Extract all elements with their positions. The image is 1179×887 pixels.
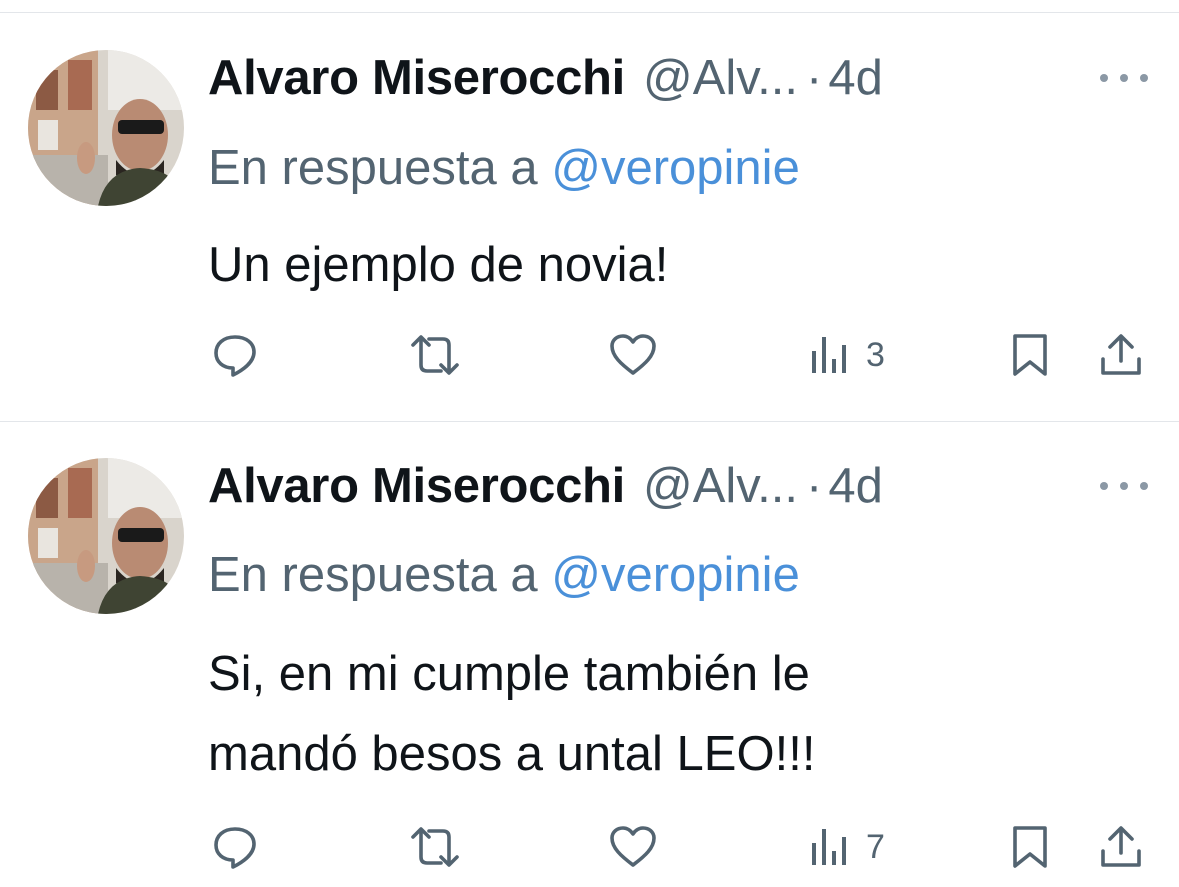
avatar[interactable] xyxy=(28,50,184,206)
author-name[interactable]: Alvaro Miserocchi xyxy=(208,50,625,106)
separator-dot: · xyxy=(806,459,823,513)
repost-button[interactable] xyxy=(407,817,477,877)
bookmark-icon xyxy=(1013,826,1047,868)
reply-button[interactable] xyxy=(211,325,273,385)
more-icon[interactable] xyxy=(1100,68,1148,88)
reply-mention[interactable]: @veropinie xyxy=(551,141,800,195)
reply-icon xyxy=(214,827,256,869)
bookmark-button[interactable] xyxy=(1008,325,1052,385)
reply-icon xyxy=(214,335,256,377)
tweet-text: Si, en mi cumple también le mandó besos … xyxy=(208,647,816,781)
share-button[interactable] xyxy=(1098,817,1144,877)
views-button[interactable]: 7 xyxy=(808,817,885,877)
author-handle[interactable]: @Alv... xyxy=(643,458,798,514)
repost-button[interactable] xyxy=(407,325,477,385)
like-button[interactable] xyxy=(607,817,673,877)
tweet-actions: 7 xyxy=(0,817,1179,877)
author-name[interactable]: Alvaro Miserocchi xyxy=(208,458,625,514)
views-icon xyxy=(812,337,846,373)
bookmark-icon xyxy=(1013,334,1047,376)
separator-dot: · xyxy=(806,51,823,105)
views-button[interactable]: 3 xyxy=(808,325,885,385)
tweet[interactable]: Alvaro Miserocchi @Alv... · 4d En respue… xyxy=(0,13,1179,421)
reply-prefix: En respuesta a xyxy=(208,548,538,602)
heart-icon xyxy=(610,826,656,867)
repost-icon xyxy=(411,827,459,867)
timestamp[interactable]: 4d xyxy=(828,458,883,514)
views-count: 3 xyxy=(866,335,885,374)
timestamp[interactable]: 4d xyxy=(828,50,883,106)
more-icon[interactable] xyxy=(1100,476,1148,496)
reply-context: En respuesta a @veropinie xyxy=(208,547,800,603)
heart-icon xyxy=(610,334,656,375)
avatar[interactable] xyxy=(28,458,184,614)
reply-context: En respuesta a @veropinie xyxy=(208,140,800,196)
views-count: 7 xyxy=(866,827,885,866)
tweet-header: Alvaro Miserocchi @Alv... · 4d xyxy=(208,43,883,113)
reply-prefix: En respuesta a xyxy=(208,141,538,195)
tweet-header: Alvaro Miserocchi @Alv... · 4d xyxy=(208,451,883,521)
share-icon xyxy=(1101,826,1141,867)
bookmark-button[interactable] xyxy=(1008,817,1052,877)
reply-button[interactable] xyxy=(211,817,273,877)
views-icon xyxy=(812,829,846,865)
reply-mention[interactable]: @veropinie xyxy=(551,548,800,602)
share-icon xyxy=(1101,334,1141,375)
like-button[interactable] xyxy=(607,325,673,385)
tweet-actions: 3 xyxy=(0,325,1179,385)
tweet-text: Un ejemplo de novia! xyxy=(208,238,669,292)
author-handle[interactable]: @Alv... xyxy=(643,50,798,106)
repost-icon xyxy=(411,335,459,375)
share-button[interactable] xyxy=(1098,325,1144,385)
tweet[interactable]: Alvaro Miserocchi @Alv... · 4d En respue… xyxy=(0,422,1179,887)
